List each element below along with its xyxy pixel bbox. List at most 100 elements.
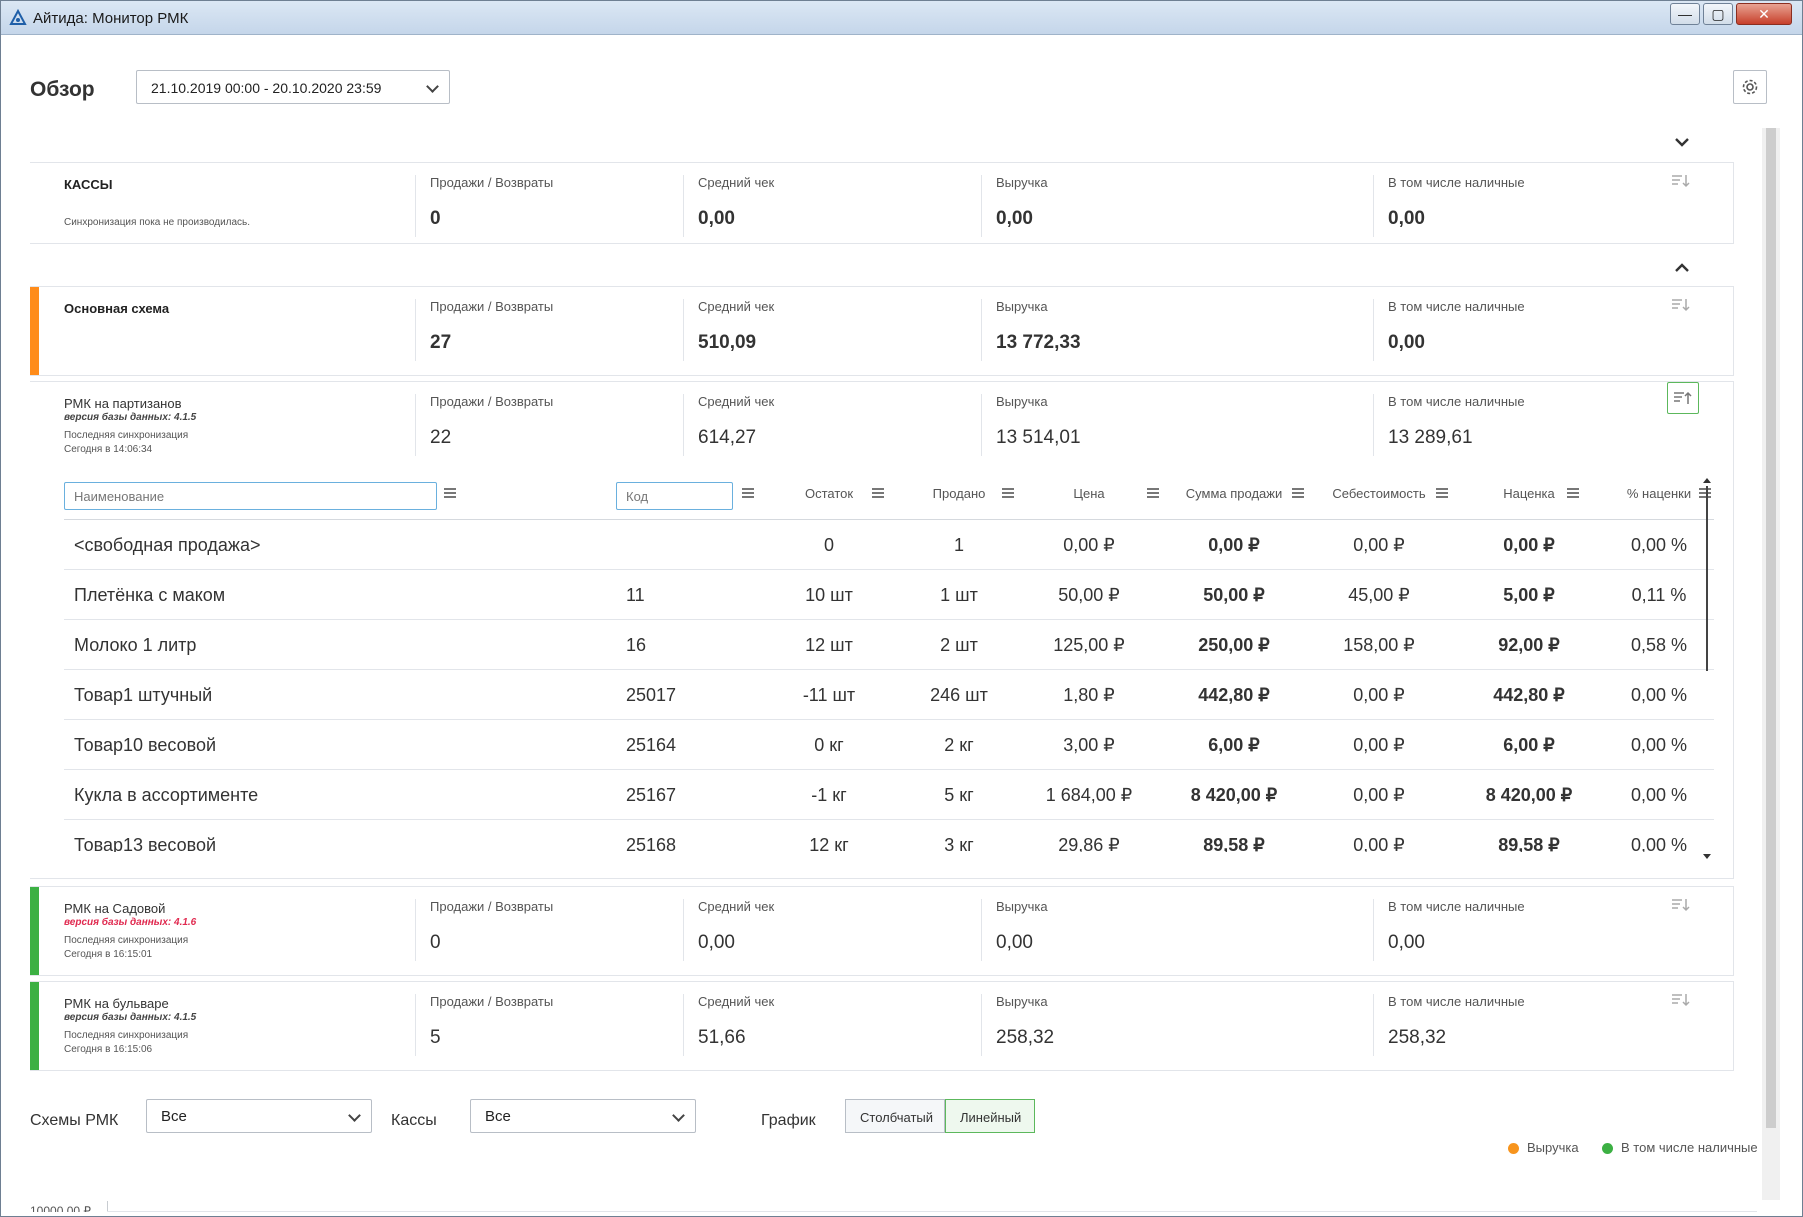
cell-sum: 8 420,00 ₽ <box>1190 785 1278 805</box>
cell-name: Товар1 штучный <box>74 685 213 705</box>
metric-revenue: Выручка 0,00 <box>981 899 1373 961</box>
settings-button[interactable] <box>1733 70 1767 104</box>
chart-type-label: График <box>761 1112 816 1129</box>
metric-revenue: Выручка 0,00 <box>981 175 1373 237</box>
table-header: Наименование Код Остаток Продано Цена Су… <box>64 472 1714 520</box>
chevron-down-icon <box>426 80 439 93</box>
cell-name: Молоко 1 литр <box>74 635 197 655</box>
col-cost[interactable]: Себестоимость <box>1309 486 1449 501</box>
column-menu-icon[interactable] <box>742 488 754 498</box>
col-price[interactable]: Цена <box>1024 486 1154 501</box>
cell-markup: 442,80 ₽ <box>1493 685 1565 705</box>
metric-avg: Средний чек 0,00 <box>683 175 981 237</box>
sort-icon[interactable] <box>1671 173 1691 189</box>
line-chart-toggle[interactable]: Линейный <box>945 1099 1035 1133</box>
cell-pct: 0,00 % <box>1630 685 1688 705</box>
table-scrollbar-thumb[interactable] <box>1706 486 1708 671</box>
table-row[interactable]: Кукла в ассортименте 25167 -1 кг 5 кг 1 684,… <box>64 770 1714 820</box>
schemes-select[interactable]: Все <box>146 1099 372 1133</box>
db-version: версия базы данных: 4.1.6 <box>64 917 197 928</box>
column-menu-icon[interactable] <box>1002 488 1014 498</box>
cell-pct: 0,00 % <box>1630 735 1688 755</box>
code-filter-input[interactable]: Код <box>616 482 733 510</box>
cell-markup: 89,58 ₽ <box>1498 835 1560 852</box>
card-title: РМК на Садовой <box>64 901 166 916</box>
scroll-down-icon[interactable] <box>1700 852 1714 862</box>
products-table: Наименование Код Остаток Продано Цена Су… <box>64 472 1714 852</box>
table-row[interactable]: Товар10 весовой 25164 0 кг 2 кг 3,00 ₽ 6,00 ₽… <box>64 720 1714 770</box>
card-stripe <box>30 887 39 975</box>
col-sum[interactable]: Сумма продажи <box>1164 486 1304 501</box>
gridline <box>107 1211 1757 1212</box>
card-stripe <box>30 382 39 878</box>
table-row[interactable]: Товар13 весовой 25168 12 кг 3 кг 29,86 ₽ 89,5… <box>64 820 1714 852</box>
minimize-button[interactable]: — <box>1670 3 1700 25</box>
column-menu-icon[interactable] <box>872 488 884 498</box>
table-row[interactable]: Товар1 штучный 25017 -11 шт 246 шт 1,80 ₽ 442… <box>64 670 1714 720</box>
cell-sum: 50,00 ₽ <box>1203 585 1265 605</box>
card-stripe <box>30 982 39 1070</box>
cell-markup: 6,00 ₽ <box>1503 735 1555 755</box>
cell-code: 11 <box>626 585 645 605</box>
table-row[interactable]: Молоко 1 литр 16 12 шт 2 шт 125,00 ₽ 250,00 ₽… <box>64 620 1714 670</box>
cell-stock: 10 шт <box>805 585 853 605</box>
sort-icon[interactable] <box>1671 297 1691 313</box>
sync-time: Сегодня в 16:15:01 <box>64 949 153 960</box>
scroll-up-icon[interactable] <box>1700 475 1714 485</box>
window-title: Айтида: Монитор РМК <box>33 10 189 27</box>
column-menu-icon[interactable] <box>1147 488 1159 498</box>
page-scrollbar[interactable] <box>1762 128 1780 1200</box>
cell-price: 29,86 ₽ <box>1058 835 1120 852</box>
date-range-select[interactable]: 21.10.2019 00:00 - 20.10.2020 23:59 <box>136 70 450 104</box>
sort-toggle-button[interactable] <box>1667 382 1699 414</box>
page-scrollbar-thumb[interactable] <box>1766 128 1776 1128</box>
metric-avg: Средний чек 51,66 <box>683 994 981 1056</box>
metric-sales: Продажи / Возвраты 0 <box>415 899 683 961</box>
cell-sum: 0,00 ₽ <box>1208 535 1260 555</box>
bar-chart-toggle[interactable]: Столбчатый <box>845 1099 945 1133</box>
cell-price: 1 684,00 ₽ <box>1045 785 1133 805</box>
metric-cash: В том числе наличные 258,32 <box>1373 994 1673 1056</box>
col-markup-pct[interactable]: % наценки <box>1594 486 1714 501</box>
cell-price: 3,00 ₽ <box>1063 735 1115 755</box>
cell-sold: 2 кг <box>944 735 974 755</box>
card-main-scheme[interactable]: Основная схема Продажи / Возвраты 27 Сред… <box>30 286 1734 376</box>
cell-cost: 0,00 ₽ <box>1353 735 1405 755</box>
chevron-down-icon <box>672 1109 685 1122</box>
cell-stock: 0 <box>823 535 834 555</box>
name-filter-input[interactable]: Наименование <box>64 482 437 510</box>
title-bar[interactable]: Айтида: Монитор РМК — ▢ ✕ <box>1 1 1802 35</box>
column-menu-icon[interactable] <box>1292 488 1304 498</box>
column-menu-icon[interactable] <box>1436 488 1448 498</box>
card-stripe <box>30 163 39 243</box>
sort-icon[interactable] <box>1671 992 1691 1008</box>
card-rmk-partizanov[interactable]: РМК на партизанов версия базы данных: 4.… <box>30 381 1734 879</box>
sync-time: Сегодня в 16:15:06 <box>64 1044 153 1055</box>
cell-sum: 89,58 ₽ <box>1203 835 1265 852</box>
card-registers[interactable]: КАССЫ Синхронизация пока не производилас… <box>30 162 1734 244</box>
cell-sold: 1 <box>953 535 964 555</box>
table-scrollbar[interactable] <box>1700 472 1714 862</box>
card-rmk-sadovaya[interactable]: РМК на Садовой версия базы данных: 4.1.6… <box>30 886 1734 976</box>
db-version: версия базы данных: 4.1.5 <box>64 1012 197 1023</box>
card-title: Основная схема <box>64 301 170 316</box>
cell-stock: 12 шт <box>805 635 853 655</box>
cell-price: 1,80 ₽ <box>1063 685 1115 705</box>
cell-code: 16 <box>626 635 647 655</box>
gear-icon <box>1742 79 1758 95</box>
column-menu-icon[interactable] <box>1567 488 1579 498</box>
expand-chevron-icon[interactable] <box>1672 136 1692 150</box>
card-rmk-bulvar[interactable]: РМК на бульваре версия базы данных: 4.1.… <box>30 981 1734 1071</box>
cell-cost: 0,00 ₽ <box>1353 835 1405 852</box>
table-row[interactable]: <свободная продажа> 0 1 0,00 ₽ 0,00 ₽ 0,00 ₽ 0… <box>64 520 1714 570</box>
registers-select[interactable]: Все <box>470 1099 696 1133</box>
close-button[interactable]: ✕ <box>1736 3 1792 25</box>
sort-icon[interactable] <box>1671 897 1691 913</box>
cell-pct: 0,00 % <box>1630 835 1688 852</box>
cell-cost: 158,00 ₽ <box>1343 635 1415 655</box>
card-title: КАССЫ <box>64 177 113 192</box>
column-menu-icon[interactable] <box>444 488 456 498</box>
collapse-chevron-icon[interactable] <box>1672 260 1692 274</box>
maximize-button[interactable]: ▢ <box>1703 3 1733 25</box>
table-row[interactable]: Плетёнка с маком 11 10 шт 1 шт 50,00 ₽ 50,00 … <box>64 570 1714 620</box>
